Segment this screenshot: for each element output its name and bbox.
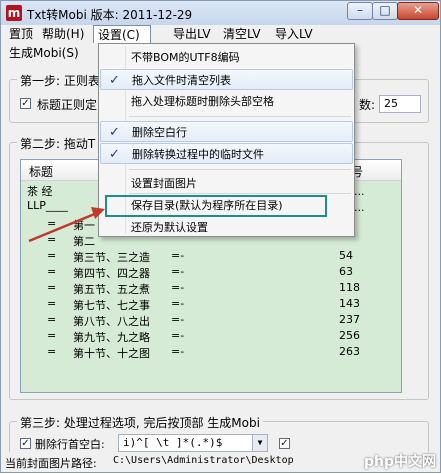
menu-generate-mobi[interactable]: 生成Mobi(S) xyxy=(5,44,83,62)
step1-regex-checkbox[interactable]: ✓ xyxy=(20,98,31,109)
step1-checkbox-label: 标题正则定 xyxy=(37,98,98,112)
menu-clear-lv[interactable]: 清空LV xyxy=(219,25,265,43)
regex-value: i)^[ \t ]*(.*)$ xyxy=(123,436,223,449)
row-separator: =- xyxy=(171,297,185,310)
app-window: m Txt转Mobi 版本: 2011-12-29 – □ ✕ 置顶 帮助(H)… xyxy=(0,0,441,473)
step1-count-label: 数: xyxy=(359,98,376,112)
row-indent: = xyxy=(47,297,57,310)
watermark-logo: php中文网 xyxy=(363,454,436,470)
step2-title: 第二步: 拖动T xyxy=(17,135,99,152)
menu-help[interactable]: 帮助(H) xyxy=(38,25,88,43)
step1-title: 第一步: 正则表 xyxy=(17,72,103,89)
row-number: 263 xyxy=(339,345,360,358)
row-separator: =- xyxy=(171,281,185,294)
row-title: 第四节、四之器 xyxy=(73,267,150,280)
row-title: 第八节、八之出 xyxy=(73,315,150,328)
table-row[interactable]: = 第五节、五之煮 =- 118 xyxy=(21,280,401,296)
row-indent: = xyxy=(47,233,57,246)
status-bar: 当前封面图片路径: C:\Users\Administrator\Desktop… xyxy=(1,452,440,472)
row-separator: =- xyxy=(171,313,185,326)
menu-import-lv[interactable]: 导入LV xyxy=(271,25,317,43)
step1-count-input[interactable]: 25 xyxy=(379,95,421,113)
settings-menu-item-label: 还原为默认设置 xyxy=(131,221,208,234)
step3-checkbox-label: 删除行首空白: xyxy=(35,438,105,451)
close-button[interactable]: ✕ xyxy=(397,2,439,20)
row-separator: =- xyxy=(171,345,185,358)
row-title: 茶 经 xyxy=(27,185,53,198)
highlight-box xyxy=(105,195,327,217)
row-number: 237 xyxy=(339,313,360,326)
maximize-button[interactable]: □ xyxy=(372,2,398,20)
checkmark-icon: ✓ xyxy=(109,147,120,162)
step3-regex-combo[interactable]: i)^[ \t ]*(.*)$ ▼ xyxy=(118,434,268,452)
row-indent: = xyxy=(47,313,57,326)
row-title: 第二 xyxy=(73,235,95,248)
settings-menu-item-label: 删除空白行 xyxy=(132,126,187,139)
settings-menu-item[interactable]: ✓ 删除转换过程中的临时文件 xyxy=(100,143,353,164)
menu-separator xyxy=(129,116,351,117)
row-indent: = xyxy=(47,217,57,230)
row-indent: = xyxy=(47,329,57,342)
menu-export-lv[interactable]: 导出LV xyxy=(169,25,215,43)
row-separator: =- xyxy=(171,329,185,342)
settings-menu-item-label: 删除转换过程中的临时文件 xyxy=(132,148,264,161)
cover-path-value: C:\Users\Administrator\Desktop xyxy=(113,455,294,466)
row-separator: =- xyxy=(171,249,185,262)
settings-menu-item-label: 拖入处理标题时删除头部空格 xyxy=(131,95,274,108)
settings-menu-item[interactable]: 设置封面图片 xyxy=(100,173,353,194)
settings-menu-item-label: 设置封面图片 xyxy=(131,177,197,190)
row-indent: = xyxy=(47,249,57,262)
row-title: 第五节、五之煮 xyxy=(73,283,150,296)
row-title: LLP____ xyxy=(27,199,68,212)
table-row[interactable]: = 第三节、三之造 =- 54 xyxy=(21,248,401,264)
step3-title: 第三步: 处理过程选项, 完后按顶部 生成Mobi xyxy=(17,414,263,431)
row-separator: =- xyxy=(171,265,185,278)
row-number: 256 xyxy=(339,329,360,342)
table-row[interactable]: = 第九节、九之略 =- 256 xyxy=(21,328,401,344)
checkmark-icon: ✓ xyxy=(109,73,120,88)
row-number: 143 xyxy=(339,297,360,310)
settings-menu-item[interactable]: ✓ 删除空白行 xyxy=(100,121,353,142)
settings-menu-item[interactable]: 不带BOM的UTF8编码 xyxy=(100,47,353,68)
row-title: 第一 xyxy=(73,219,95,232)
minimize-button[interactable]: – xyxy=(347,2,373,20)
settings-menu-item[interactable]: 拖入处理标题时删除头部空格 xyxy=(100,91,353,112)
row-indent: = xyxy=(47,281,57,294)
row-indent: = xyxy=(47,345,57,358)
settings-menu-item-label: 拖入文件时清空列表 xyxy=(132,74,231,87)
window-title: Txt转Mobi 版本: 2011-12-29 xyxy=(27,8,193,22)
row-title: 第七节、七之事 xyxy=(73,299,150,312)
chevron-down-icon[interactable]: ▼ xyxy=(252,435,267,451)
table-row[interactable]: = 第十节、十之图 =- 263 xyxy=(21,344,401,360)
checkmark-icon: ✓ xyxy=(109,125,120,140)
row-number: 63 xyxy=(339,265,353,278)
row-title: 第十节、十之图 xyxy=(73,347,150,360)
menu-settings[interactable]: 设置(C) xyxy=(93,25,151,43)
settings-menu-item[interactable]: ✓ 拖入文件时清空列表 xyxy=(100,69,353,90)
title-bar[interactable]: m Txt转Mobi 版本: 2011-12-29 – □ ✕ xyxy=(1,1,440,26)
settings-menu-item-label: 不带BOM的UTF8编码 xyxy=(131,51,240,64)
row-number: 118 xyxy=(339,281,360,294)
step3-second-checkbox[interactable]: ✓ xyxy=(279,438,290,449)
column-header-title[interactable]: 标题 xyxy=(29,163,53,180)
step3-trim-checkbox[interactable]: ✓ xyxy=(20,438,31,449)
menu-separator xyxy=(129,193,351,194)
row-number: 54 xyxy=(339,249,353,262)
row-indent: = xyxy=(47,265,57,278)
cover-path-label: 当前封面图片路径: xyxy=(5,457,97,470)
table-row[interactable]: = 第八节、八之出 =- 237 xyxy=(21,312,401,328)
menu-pin-top[interactable]: 置顶 xyxy=(5,25,37,43)
row-title: 第三节、三之造 xyxy=(73,251,150,264)
settings-menu-item[interactable]: 还原为默认设置 xyxy=(100,217,353,238)
table-row[interactable]: = 第四节、四之器 =- 63 xyxy=(21,264,401,280)
menu-separator xyxy=(129,169,351,170)
table-row[interactable]: = 第七节、七之事 =- 143 xyxy=(21,296,401,312)
app-icon: m xyxy=(6,5,22,21)
row-title: 第九节、九之略 xyxy=(73,331,150,344)
